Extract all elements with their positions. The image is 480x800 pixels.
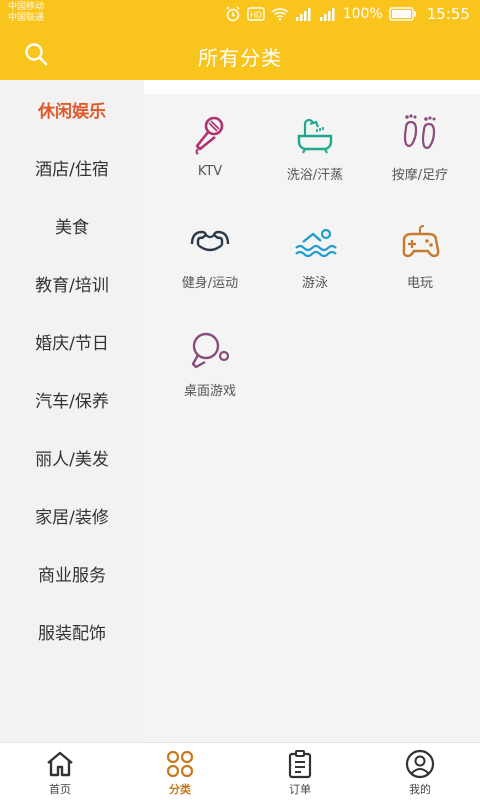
sidebar-item-business[interactable]: 商业服务: [0, 544, 144, 602]
svg-text:HD: HD: [250, 11, 262, 20]
wifi-icon: [271, 8, 289, 21]
carrier-info: 中国移动 中国联通: [8, 2, 44, 24]
category-label: 健身/运动: [181, 276, 239, 291]
header: 所有分类: [0, 28, 480, 80]
category-icon: [166, 750, 194, 778]
status-bar: 中国移动 中国联通 HD 100% 15:55: [0, 0, 480, 28]
subcategory-panel: KTV 洗浴/汗蒸 按摩/足疗 健身/运动 游泳 电玩 桌面游戏: [144, 94, 480, 742]
category-label: 电玩: [406, 276, 433, 291]
sidebar-item-education[interactable]: 教育/培训: [0, 254, 144, 312]
clipboard-icon: [288, 750, 312, 779]
battery-percent: 100%: [342, 6, 383, 22]
category-massage[interactable]: 按摩/足疗: [370, 112, 470, 212]
sidebar-item-home[interactable]: 家居/装修: [0, 486, 144, 544]
nav-orders[interactable]: 订单: [240, 743, 360, 800]
page-title: 所有分类: [198, 46, 282, 70]
content-area: KTV 洗浴/汗蒸 按摩/足疗 健身/运动 游泳 电玩 桌面游戏: [144, 80, 480, 742]
category-label: KTV: [197, 164, 223, 179]
gamepad-icon: [402, 225, 440, 258]
alarm-icon: [226, 6, 240, 22]
category-arcade[interactable]: 电玩: [370, 220, 470, 320]
nav-label: 订单: [289, 783, 311, 796]
sidebar-item-food[interactable]: 美食: [0, 196, 144, 254]
sidebar-item-apparel[interactable]: 服装配饰: [0, 602, 144, 660]
category-tabletop[interactable]: 桌面游戏: [160, 328, 260, 428]
nav-profile[interactable]: 我的: [360, 743, 480, 800]
nav-category[interactable]: 分类: [120, 743, 240, 800]
swimming-icon: [295, 228, 337, 258]
category-fitness[interactable]: 健身/运动: [160, 220, 260, 320]
fitness-icon: [190, 230, 230, 252]
home-icon: [47, 751, 73, 777]
sidebar-item-car[interactable]: 汽车/保养: [0, 370, 144, 428]
hd-icon: HD: [247, 7, 265, 21]
signal-icon-2: [319, 8, 335, 21]
category-label: 洗浴/汗蒸: [286, 168, 344, 183]
category-bath[interactable]: 洗浴/汗蒸: [265, 112, 365, 212]
category-sidebar: 休闲娱乐 酒店/住宿 美食 教育/培训 婚庆/节日 汽车/保养 丽人/美发 家居…: [0, 80, 144, 742]
microphone-icon: [195, 116, 224, 155]
nav-label: 首页: [49, 783, 71, 796]
nav-home[interactable]: 首页: [0, 743, 120, 800]
category-swim[interactable]: 游泳: [265, 220, 365, 320]
sidebar-item-leisure[interactable]: 休闲娱乐: [0, 80, 144, 138]
category-label: 桌面游戏: [183, 384, 236, 399]
signal-icon: [295, 8, 311, 21]
top-bar: 中国移动 中国联通 HD 100% 15:55 所有分类: [0, 0, 480, 80]
bathtub-icon: [297, 118, 333, 154]
category-label: 按摩/足疗: [391, 168, 449, 183]
carrier-2: 中国联通: [8, 13, 45, 23]
category-ktv[interactable]: KTV: [160, 112, 260, 212]
battery-icon: [389, 7, 416, 21]
status-icons: HD 100% 15:55: [225, 5, 470, 23]
clock: 15:55: [426, 5, 470, 23]
sidebar-item-beauty[interactable]: 丽人/美发: [0, 428, 144, 486]
table-tennis-icon: [191, 332, 230, 369]
user-icon: [405, 749, 435, 779]
category-label: 游泳: [301, 276, 328, 291]
nav-label: 我的: [409, 783, 431, 796]
nav-label: 分类: [169, 783, 191, 796]
sidebar-item-wedding[interactable]: 婚庆/节日: [0, 312, 144, 370]
carrier-1: 中国移动: [8, 2, 45, 12]
footprints-icon: [403, 114, 436, 150]
bottom-navigation: 首页 分类 订单 我的: [0, 742, 480, 800]
sidebar-item-hotel[interactable]: 酒店/住宿: [0, 138, 144, 196]
